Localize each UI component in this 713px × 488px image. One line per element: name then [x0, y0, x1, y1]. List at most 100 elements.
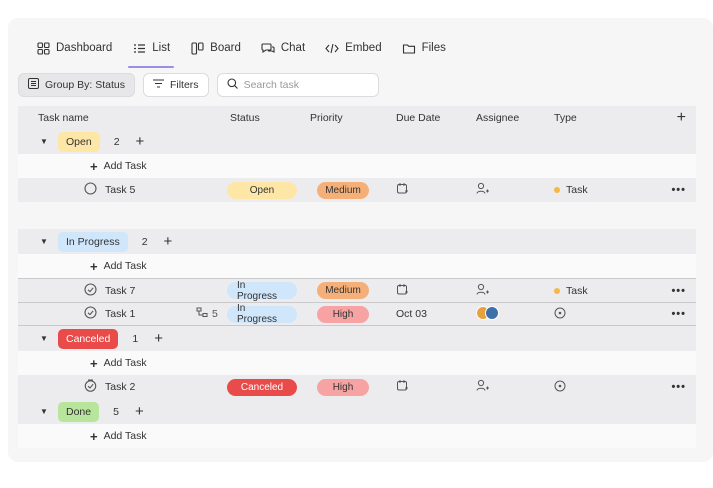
assignee-avatars[interactable] [476, 305, 499, 320]
task-name[interactable]: Task 7 [105, 285, 135, 297]
task-table: Task name Status Priority Due Date Assig… [18, 106, 696, 448]
group-label-in-progress: In Progress [58, 231, 128, 252]
add-task-label: Add Task [103, 260, 147, 272]
add-column-button[interactable]: + [664, 109, 696, 127]
task-row-task1[interactable]: Task 1 5 In Progress High Oct 03 ••• [18, 302, 696, 326]
add-task-label: Add Task [103, 430, 147, 442]
board-icon [190, 41, 204, 55]
tab-board[interactable]: Board [180, 28, 251, 68]
toolbar: Group By: Status Filters [18, 72, 379, 98]
subtask-count-value: 5 [212, 308, 218, 320]
group-add-icon[interactable]: + [136, 134, 145, 149]
tab-label: List [152, 42, 171, 54]
grid-icon [36, 41, 50, 55]
tab-list[interactable]: List [122, 28, 180, 68]
add-task-row[interactable]: + Add Task [18, 254, 696, 278]
group-row-open: ▼ Open 2 + [18, 129, 696, 154]
search-input[interactable] [243, 79, 364, 91]
more-options-icon[interactable]: ••• [671, 308, 686, 320]
calendar-icon[interactable] [396, 283, 409, 299]
tab-label: Files [421, 42, 446, 54]
add-task-row[interactable]: + Add Task [18, 351, 696, 375]
type-label[interactable]: Task [566, 285, 588, 297]
subtask-count[interactable]: 5 [196, 307, 218, 321]
type-target-icon[interactable] [554, 307, 566, 322]
group-label-canceled: Canceled [58, 328, 119, 349]
group-add-icon[interactable]: + [135, 404, 144, 419]
type-label[interactable]: Task [566, 184, 588, 196]
filters-label: Filters [169, 79, 199, 91]
task-name[interactable]: Task 5 [105, 184, 135, 196]
task-name[interactable]: Task 1 [105, 308, 135, 320]
group-count: 2 [113, 135, 120, 148]
group-row-done: ▼ Done 5 + [18, 399, 696, 424]
group-row-canceled: ▼ Canceled 1 + [18, 326, 696, 351]
tab-label: Board [210, 42, 241, 54]
calendar-icon[interactable] [396, 183, 409, 198]
list-view-card: Dashboard List Board Chat Embed Files Gr… [8, 18, 713, 462]
due-date[interactable]: Oct 03 [384, 308, 464, 320]
tab-chat[interactable]: Chat [251, 28, 315, 68]
calendar-icon[interactable] [396, 380, 409, 395]
group-by-label: Group By: Status [45, 79, 125, 91]
more-options-icon[interactable]: ••• [671, 285, 686, 297]
col-priority[interactable]: Priority [302, 112, 384, 124]
tab-embed[interactable]: Embed [315, 28, 391, 68]
collapse-caret-icon[interactable]: ▼ [40, 137, 50, 146]
group-add-icon[interactable]: + [154, 331, 163, 346]
status-pill[interactable]: In Progress [227, 280, 297, 302]
plus-icon: + [90, 158, 98, 174]
col-due-date[interactable]: Due Date [384, 112, 464, 124]
search-icon [227, 78, 238, 92]
group-add-icon[interactable]: + [164, 234, 173, 249]
status-pill[interactable]: Open [227, 181, 297, 199]
add-assignee-icon[interactable] [476, 379, 490, 395]
collapse-caret-icon[interactable]: ▼ [40, 237, 50, 246]
group-count: 2 [141, 235, 148, 248]
task-row-task2[interactable]: Task 2 Canceled High ••• [18, 375, 696, 399]
col-status[interactable]: Status [222, 112, 302, 124]
add-task-row[interactable]: + Add Task [18, 424, 696, 448]
status-circle-icon[interactable] [84, 182, 97, 198]
priority-pill[interactable]: Medium [317, 181, 369, 199]
group-by-button[interactable]: Group By: Status [18, 73, 135, 97]
priority-pill[interactable]: High [317, 305, 369, 323]
status-check-icon[interactable] [84, 282, 97, 299]
status-pill[interactable]: Canceled [227, 378, 297, 396]
tab-files[interactable]: Files [392, 28, 456, 68]
task-type-dot [554, 187, 560, 193]
more-options-icon[interactable]: ••• [671, 381, 686, 393]
collapse-caret-icon[interactable]: ▼ [40, 407, 50, 416]
col-assignee[interactable]: Assignee [464, 112, 544, 124]
filter-icon [152, 79, 164, 91]
tab-dashboard[interactable]: Dashboard [26, 28, 122, 68]
type-target-icon[interactable] [554, 380, 566, 395]
task-name[interactable]: Task 2 [105, 381, 135, 393]
status-check-icon[interactable] [84, 306, 97, 322]
group-count: 5 [113, 405, 119, 418]
subtask-icon [196, 307, 208, 321]
collapse-caret-icon[interactable]: ▼ [40, 334, 50, 343]
task-row-task7[interactable]: Task 7 In Progress Medium Task ••• [18, 278, 696, 302]
add-assignee-icon[interactable] [476, 283, 490, 299]
more-options-icon[interactable]: ••• [671, 184, 686, 196]
status-pill[interactable]: In Progress [227, 303, 297, 325]
col-type[interactable]: Type [544, 112, 664, 124]
col-task-name[interactable]: Task name [18, 112, 222, 124]
task-row-task5[interactable]: Task 5 Open Medium Task ••• [18, 178, 696, 202]
priority-pill[interactable]: Medium [317, 282, 369, 299]
priority-pill[interactable]: High [317, 378, 369, 396]
tab-label: Embed [345, 42, 382, 54]
group-count: 1 [132, 332, 139, 345]
add-assignee-icon[interactable] [476, 182, 490, 198]
avatar [485, 305, 499, 320]
add-task-label: Add Task [103, 357, 147, 369]
table-header: Task name Status Priority Due Date Assig… [18, 106, 696, 129]
add-task-row[interactable]: + Add Task [18, 154, 696, 178]
chat-icon [261, 41, 275, 55]
filters-button[interactable]: Filters [142, 73, 209, 97]
search-box[interactable] [216, 73, 379, 97]
task-type-dot [554, 287, 560, 294]
status-cancel-icon[interactable] [84, 379, 97, 395]
group-label-open: Open [58, 131, 100, 152]
